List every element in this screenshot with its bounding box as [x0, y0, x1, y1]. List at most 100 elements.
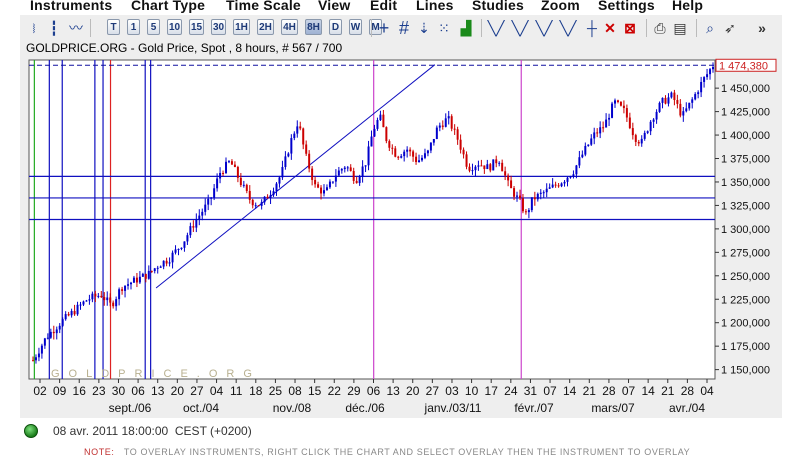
- menu-view[interactable]: View: [318, 0, 350, 13]
- candle-body: [58, 325, 61, 330]
- candle-body: [308, 153, 311, 169]
- candle-body: [709, 69, 712, 75]
- fibonacci-line-icon[interactable]: ╲╱: [534, 18, 554, 38]
- candle-body: [614, 100, 617, 104]
- x-day-label: 21: [583, 384, 597, 398]
- grid-icon[interactable]: #: [394, 18, 414, 38]
- candle-body: [219, 172, 222, 179]
- menu-zoom[interactable]: Zoom: [541, 0, 580, 13]
- period-button-10[interactable]: 10: [167, 19, 182, 35]
- y-tick-label: 1 425,000: [721, 107, 770, 119]
- menu-edit[interactable]: Edit: [370, 0, 397, 13]
- cursor-info-icon[interactable]: ⇣: [414, 18, 434, 38]
- candle-body: [171, 252, 174, 263]
- candle-body: [355, 180, 358, 184]
- candle-body: [299, 126, 302, 129]
- more-tools-icon[interactable]: »: [752, 18, 772, 38]
- x-day-label: 30: [112, 384, 126, 398]
- period-button-1h[interactable]: 1H: [233, 19, 250, 35]
- candle-body: [55, 329, 58, 334]
- candle-body: [189, 226, 192, 236]
- volume-bars-icon[interactable]: ▟: [456, 18, 476, 38]
- candle-body: [34, 357, 37, 361]
- candle-body: [227, 161, 230, 163]
- candle-body: [590, 138, 593, 145]
- menu-studies[interactable]: Studies: [472, 0, 524, 13]
- candle-body: [337, 170, 340, 176]
- candle-body: [581, 154, 584, 158]
- menu-time-scale[interactable]: Time Scale: [226, 0, 301, 13]
- price-chart[interactable]: 1 450,000 1 425,000 1 400,000 1 375,000 1 35…: [20, 56, 782, 418]
- candle-body: [679, 103, 682, 116]
- period-button-1[interactable]: 1: [127, 19, 140, 35]
- candle-body: [317, 184, 320, 188]
- period-button-30[interactable]: 30: [211, 19, 226, 35]
- candle-body: [554, 184, 557, 186]
- candle-body: [691, 99, 694, 103]
- vertical-horizontal-line-icon[interactable]: ┼: [582, 18, 602, 38]
- candle-body: [46, 337, 49, 339]
- candle-body: [269, 195, 272, 199]
- delete-all-lines-icon[interactable]: ⊠: [620, 18, 640, 38]
- period-button-t[interactable]: T: [107, 19, 120, 35]
- candle-body: [251, 199, 254, 206]
- candle-body: [358, 176, 361, 184]
- candle-body: [426, 150, 429, 154]
- candle-body: [239, 177, 242, 186]
- candle-body: [418, 160, 421, 163]
- period-button-5[interactable]: 5: [147, 19, 160, 35]
- pointer-icon[interactable]: ➶: [720, 18, 740, 38]
- candle-body: [682, 111, 685, 116]
- print-icon[interactable]: ⎙: [650, 18, 670, 38]
- crosshair-icon[interactable]: +: [374, 18, 394, 38]
- x-day-label: 17: [485, 384, 499, 398]
- candlestick-icon[interactable]: ⧘: [24, 18, 44, 38]
- candle-body: [518, 195, 521, 199]
- y-tick-label: 1 450,000: [721, 83, 770, 95]
- candle-body: [222, 172, 225, 174]
- candle-body: [121, 289, 124, 291]
- candle-body: [462, 149, 465, 155]
- line-chart-icon[interactable]: 〰: [66, 18, 86, 38]
- menu-help[interactable]: Help: [672, 0, 703, 13]
- candle-body: [412, 151, 415, 157]
- menu-chart-type[interactable]: Chart Type: [131, 0, 205, 13]
- channel-line-icon[interactable]: ╲╱: [510, 18, 530, 38]
- trend-line-icon[interactable]: ╲╱: [486, 18, 506, 38]
- candle-body: [263, 196, 266, 203]
- period-button-15[interactable]: 15: [189, 19, 204, 35]
- candle-body: [438, 125, 441, 128]
- candle-body: [159, 266, 162, 268]
- menu-instruments[interactable]: Instruments: [30, 0, 112, 13]
- candle-body: [293, 133, 296, 139]
- chart-panel[interactable]: 1 450,000 1 425,000 1 400,000 1 375,000 1 35…: [20, 56, 782, 418]
- candle-body: [331, 181, 334, 183]
- bar-chart-icon[interactable]: ┇: [44, 18, 64, 38]
- period-button-4h[interactable]: 4H: [281, 19, 298, 35]
- print-preview-icon[interactable]: ▤: [670, 18, 690, 38]
- x-month-label: déc./06: [345, 401, 385, 415]
- candle-body: [611, 103, 614, 118]
- candle-body: [156, 267, 159, 269]
- delete-line-icon[interactable]: ✕: [600, 18, 620, 38]
- period-button-8h[interactable]: 8H: [305, 19, 322, 35]
- candle-body: [52, 331, 55, 334]
- parallel-lines-icon[interactable]: ╲╱: [558, 18, 578, 38]
- candle-body: [153, 268, 156, 272]
- candle-body: [465, 154, 468, 167]
- candle-body: [278, 177, 281, 184]
- period-button-2h[interactable]: 2H: [257, 19, 274, 35]
- period-button-w[interactable]: W: [349, 19, 362, 35]
- crosshair-grid-icon[interactable]: ⁙: [434, 18, 454, 38]
- candle-body: [640, 138, 643, 144]
- candle-body: [162, 260, 165, 267]
- menu-lines[interactable]: Lines: [416, 0, 454, 13]
- candle-body: [661, 97, 664, 103]
- menu-settings[interactable]: Settings: [598, 0, 655, 13]
- zoom-icon[interactable]: ⌕: [700, 18, 720, 38]
- x-day-label: 13: [386, 384, 400, 398]
- candle-body: [325, 187, 328, 191]
- candle-body: [504, 171, 507, 176]
- period-button-d[interactable]: D: [329, 19, 342, 35]
- candle-body: [706, 74, 709, 78]
